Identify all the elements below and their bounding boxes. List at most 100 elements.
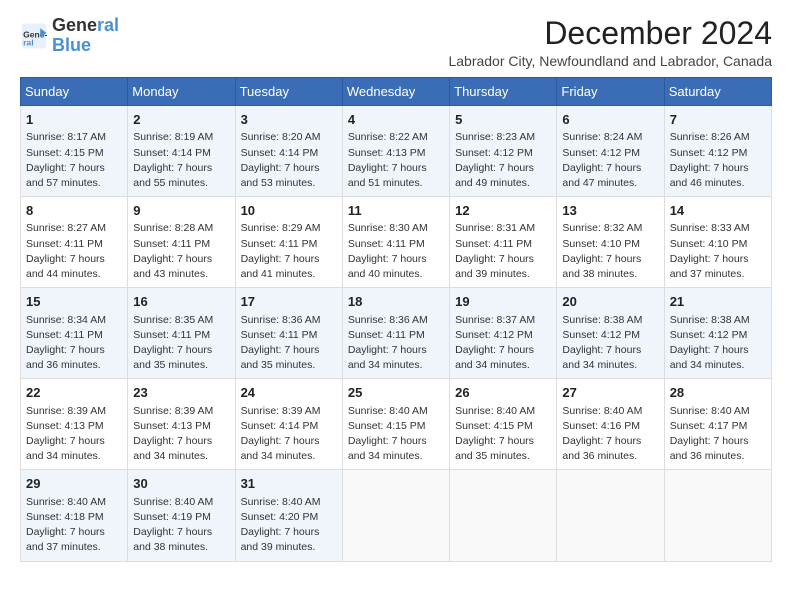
day-number: 31 xyxy=(241,475,337,493)
day-info: Sunrise: 8:40 AM Sunset: 4:17 PM Dayligh… xyxy=(670,404,766,465)
subtitle: Labrador City, Newfoundland and Labrador… xyxy=(448,53,772,69)
calendar-cell: 15Sunrise: 8:34 AM Sunset: 4:11 PM Dayli… xyxy=(21,288,128,379)
day-info: Sunrise: 8:38 AM Sunset: 4:12 PM Dayligh… xyxy=(562,313,658,374)
day-info: Sunrise: 8:39 AM Sunset: 4:14 PM Dayligh… xyxy=(241,404,337,465)
calendar-week-row: 8Sunrise: 8:27 AM Sunset: 4:11 PM Daylig… xyxy=(21,197,772,288)
calendar-cell: 18Sunrise: 8:36 AM Sunset: 4:11 PM Dayli… xyxy=(342,288,449,379)
calendar-cell: 23 Sunrise: 8:39 AM Sunset: 4:13 PM Dayli… xyxy=(128,379,235,470)
calendar-table: SundayMondayTuesdayWednesdayThursdayFrid… xyxy=(20,77,772,561)
day-number: 13 xyxy=(562,202,658,220)
day-number: 14 xyxy=(670,202,766,220)
logo-text: General Blue xyxy=(52,16,119,56)
day-number: 26 xyxy=(455,384,551,402)
day-info: Sunrise: 8:40 AM Sunset: 4:16 PM Dayligh… xyxy=(562,404,658,465)
day-number: 12 xyxy=(455,202,551,220)
calendar-week-row: 1Sunrise: 8:17 AM Sunset: 4:15 PM Daylig… xyxy=(21,106,772,197)
day-number: 1 xyxy=(26,111,122,129)
calendar-cell: 11Sunrise: 8:30 AM Sunset: 4:11 PM Dayli… xyxy=(342,197,449,288)
day-number: 29 xyxy=(26,475,122,493)
calendar-header-saturday: Saturday xyxy=(664,78,771,106)
day-number: 11 xyxy=(348,202,444,220)
day-info: Sunrise: 8:39 AM Sunset: 4:13 PM Dayligh… xyxy=(26,404,122,465)
day-number: 4 xyxy=(348,111,444,129)
day-number: 8 xyxy=(26,202,122,220)
day-number: 16 xyxy=(133,293,229,311)
day-number: 5 xyxy=(455,111,551,129)
calendar-cell: 20 Sunrise: 8:38 AM Sunset: 4:12 PM Dayli… xyxy=(557,288,664,379)
calendar-header-monday: Monday xyxy=(128,78,235,106)
day-number: 17 xyxy=(241,293,337,311)
calendar-cell: 2Sunrise: 8:19 AM Sunset: 4:14 PM Daylig… xyxy=(128,106,235,197)
day-info: Sunrise: 8:29 AM Sunset: 4:11 PM Dayligh… xyxy=(241,221,337,282)
day-info: Sunrise: 8:30 AM Sunset: 4:11 PM Dayligh… xyxy=(348,221,444,282)
day-info: Sunrise: 8:33 AM Sunset: 4:10 PM Dayligh… xyxy=(670,221,766,282)
calendar-cell: 24 Sunrise: 8:39 AM Sunset: 4:14 PM Dayli… xyxy=(235,379,342,470)
calendar-header-wednesday: Wednesday xyxy=(342,78,449,106)
day-info: Sunrise: 8:40 AM Sunset: 4:19 PM Dayligh… xyxy=(133,495,229,556)
calendar-cell: 31 Sunrise: 8:40 AM Sunset: 4:20 PM Dayli… xyxy=(235,470,342,561)
day-number: 15 xyxy=(26,293,122,311)
day-info: Sunrise: 8:31 AM Sunset: 4:11 PM Dayligh… xyxy=(455,221,551,282)
calendar-header-tuesday: Tuesday xyxy=(235,78,342,106)
calendar-week-row: 15Sunrise: 8:34 AM Sunset: 4:11 PM Dayli… xyxy=(21,288,772,379)
day-number: 30 xyxy=(133,475,229,493)
logo: Gene- ral General Blue xyxy=(20,16,119,56)
day-number: 24 xyxy=(241,384,337,402)
day-info: Sunrise: 8:39 AM Sunset: 4:13 PM Dayligh… xyxy=(133,404,229,465)
day-number: 19 xyxy=(455,293,551,311)
calendar-cell: 28 Sunrise: 8:40 AM Sunset: 4:17 PM Dayli… xyxy=(664,379,771,470)
calendar-week-row: 22Sunrise: 8:39 AM Sunset: 4:13 PM Dayli… xyxy=(21,379,772,470)
day-number: 20 xyxy=(562,293,658,311)
calendar-cell: 30 Sunrise: 8:40 AM Sunset: 4:19 PM Dayli… xyxy=(128,470,235,561)
calendar-header-row: SundayMondayTuesdayWednesdayThursdayFrid… xyxy=(21,78,772,106)
calendar-cell: 10Sunrise: 8:29 AM Sunset: 4:11 PM Dayli… xyxy=(235,197,342,288)
calendar-cell: 4Sunrise: 8:22 AM Sunset: 4:13 PM Daylig… xyxy=(342,106,449,197)
day-info: Sunrise: 8:32 AM Sunset: 4:10 PM Dayligh… xyxy=(562,221,658,282)
day-info: Sunrise: 8:28 AM Sunset: 4:11 PM Dayligh… xyxy=(133,221,229,282)
calendar-cell: 17 Sunrise: 8:36 AM Sunset: 4:11 PM Dayli… xyxy=(235,288,342,379)
day-info: Sunrise: 8:40 AM Sunset: 4:20 PM Dayligh… xyxy=(241,495,337,556)
calendar-cell: 1Sunrise: 8:17 AM Sunset: 4:15 PM Daylig… xyxy=(21,106,128,197)
calendar-cell: 5Sunrise: 8:23 AM Sunset: 4:12 PM Daylig… xyxy=(450,106,557,197)
day-number: 10 xyxy=(241,202,337,220)
logo-icon: Gene- ral xyxy=(20,22,48,50)
day-number: 27 xyxy=(562,384,658,402)
page-header: Gene- ral General Blue December 2024 Lab… xyxy=(20,16,772,69)
calendar-cell: 13Sunrise: 8:32 AM Sunset: 4:10 PM Dayli… xyxy=(557,197,664,288)
day-number: 9 xyxy=(133,202,229,220)
day-info: Sunrise: 8:22 AM Sunset: 4:13 PM Dayligh… xyxy=(348,130,444,191)
calendar-header-friday: Friday xyxy=(557,78,664,106)
day-info: Sunrise: 8:24 AM Sunset: 4:12 PM Dayligh… xyxy=(562,130,658,191)
day-info: Sunrise: 8:26 AM Sunset: 4:12 PM Dayligh… xyxy=(670,130,766,191)
day-number: 23 xyxy=(133,384,229,402)
calendar-week-row: 29Sunrise: 8:40 AM Sunset: 4:18 PM Dayli… xyxy=(21,470,772,561)
day-info: Sunrise: 8:40 AM Sunset: 4:15 PM Dayligh… xyxy=(455,404,551,465)
calendar-cell: 6Sunrise: 8:24 AM Sunset: 4:12 PM Daylig… xyxy=(557,106,664,197)
day-info: Sunrise: 8:36 AM Sunset: 4:11 PM Dayligh… xyxy=(241,313,337,374)
calendar-cell: 26 Sunrise: 8:40 AM Sunset: 4:15 PM Dayli… xyxy=(450,379,557,470)
day-number: 21 xyxy=(670,293,766,311)
day-number: 25 xyxy=(348,384,444,402)
day-info: Sunrise: 8:23 AM Sunset: 4:12 PM Dayligh… xyxy=(455,130,551,191)
calendar-cell: 21 Sunrise: 8:38 AM Sunset: 4:12 PM Dayli… xyxy=(664,288,771,379)
calendar-cell: 7Sunrise: 8:26 AM Sunset: 4:12 PM Daylig… xyxy=(664,106,771,197)
calendar-cell xyxy=(450,470,557,561)
day-number: 3 xyxy=(241,111,337,129)
day-number: 6 xyxy=(562,111,658,129)
day-info: Sunrise: 8:37 AM Sunset: 4:12 PM Dayligh… xyxy=(455,313,551,374)
calendar-header-sunday: Sunday xyxy=(21,78,128,106)
calendar-cell: 25 Sunrise: 8:40 AM Sunset: 4:15 PM Dayli… xyxy=(342,379,449,470)
day-info: Sunrise: 8:19 AM Sunset: 4:14 PM Dayligh… xyxy=(133,130,229,191)
calendar-cell xyxy=(342,470,449,561)
calendar-cell: 8Sunrise: 8:27 AM Sunset: 4:11 PM Daylig… xyxy=(21,197,128,288)
calendar-cell: 16 Sunrise: 8:35 AM Sunset: 4:11 PM Dayli… xyxy=(128,288,235,379)
calendar-cell: 27 Sunrise: 8:40 AM Sunset: 4:16 PM Dayli… xyxy=(557,379,664,470)
day-number: 2 xyxy=(133,111,229,129)
calendar-cell xyxy=(664,470,771,561)
day-info: Sunrise: 8:40 AM Sunset: 4:15 PM Dayligh… xyxy=(348,404,444,465)
day-info: Sunrise: 8:35 AM Sunset: 4:11 PM Dayligh… xyxy=(133,313,229,374)
day-info: Sunrise: 8:27 AM Sunset: 4:11 PM Dayligh… xyxy=(26,221,122,282)
day-info: Sunrise: 8:38 AM Sunset: 4:12 PM Dayligh… xyxy=(670,313,766,374)
day-number: 28 xyxy=(670,384,766,402)
title-block: December 2024 Labrador City, Newfoundlan… xyxy=(448,16,772,69)
